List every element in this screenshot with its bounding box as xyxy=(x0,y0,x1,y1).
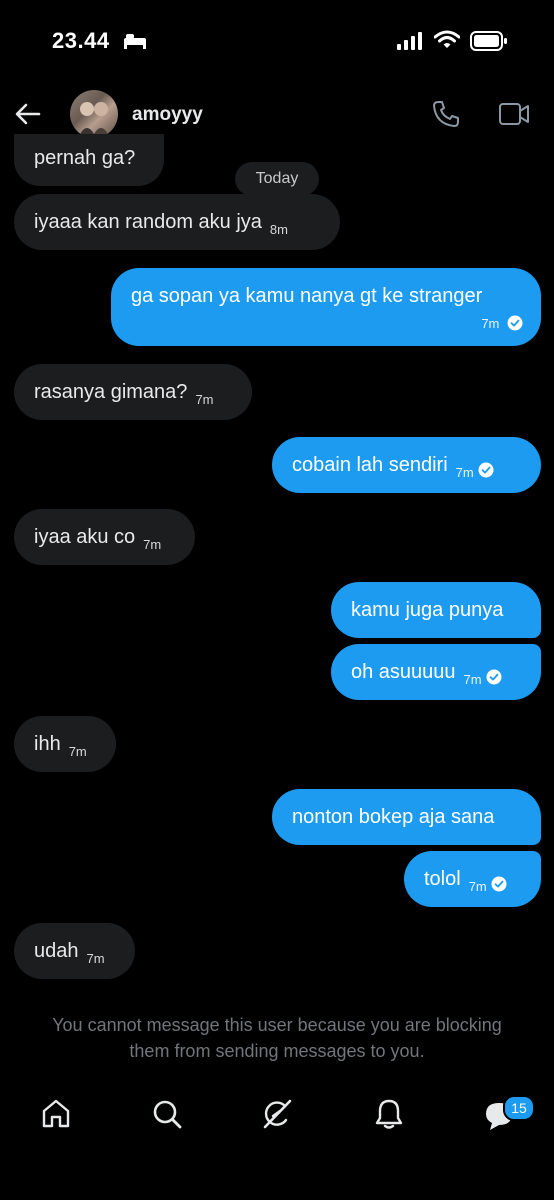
message-time: 7m xyxy=(468,879,487,894)
messages-badge: 15 xyxy=(503,1095,535,1121)
search-icon[interactable] xyxy=(151,1098,183,1130)
cellular-signal-icon xyxy=(397,32,422,50)
message-bubble[interactable]: ga sopan ya kamu nanya gt ke stranger 7m xyxy=(111,268,541,346)
message-time: 7m xyxy=(195,392,214,407)
message-time: 7m xyxy=(463,672,482,687)
status-time: 23.44 xyxy=(52,28,110,53)
message-bubble[interactable]: ihh 7m xyxy=(14,716,116,772)
message-time: 7m xyxy=(481,316,500,331)
wifi-icon xyxy=(434,30,460,48)
message-bubble[interactable]: iyaaa kan random aku jya 8m xyxy=(14,194,340,250)
avatar-photo-icon xyxy=(78,102,110,138)
message-text: ihh xyxy=(34,733,61,755)
message-time: 7m xyxy=(143,537,162,552)
message-text: cobain lah sendiri xyxy=(292,454,448,476)
message-bubble[interactable]: kamu juga punya xyxy=(331,582,541,638)
message-time: 7m xyxy=(86,951,105,966)
message-text: nonton bokep aja sana xyxy=(292,806,495,828)
message-bubble[interactable]: rasanya gimana? 7m xyxy=(14,364,252,420)
back-arrow-icon[interactable] xyxy=(14,100,42,128)
message-bubble[interactable]: pernah ga? xyxy=(14,134,164,186)
message-bubble[interactable]: iyaa aku co 7m xyxy=(14,509,195,565)
phone-call-icon[interactable] xyxy=(430,98,462,130)
read-receipt-check-icon xyxy=(478,462,494,478)
home-icon[interactable] xyxy=(40,1098,72,1130)
read-receipt-check-icon xyxy=(486,669,502,685)
conversation-username[interactable]: amoyyy xyxy=(132,104,203,126)
avatar[interactable] xyxy=(70,90,118,138)
message-bubble[interactable]: cobain lah sendiri 7m xyxy=(272,437,541,493)
message-time: 7m xyxy=(455,465,474,480)
message-bubble[interactable]: tolol 7m xyxy=(404,851,541,907)
message-time: 7m xyxy=(68,744,87,759)
message-text: ga sopan ya kamu nanya gt ke stranger xyxy=(131,285,483,307)
message-text: tolol xyxy=(424,868,461,890)
message-text: rasanya gimana? xyxy=(34,381,188,403)
message-text: kamu juga punya xyxy=(351,599,504,621)
read-receipt-check-icon xyxy=(491,876,507,892)
message-text: udah xyxy=(34,940,79,962)
read-receipt-check-icon xyxy=(507,315,523,331)
blocked-notice: You cannot message this user because you… xyxy=(52,1015,502,1061)
message-bubble[interactable]: oh asuuuuu 7m xyxy=(331,644,541,700)
message-text: iyaa aku co xyxy=(34,526,136,548)
message-bubble[interactable]: nonton bokep aja sana xyxy=(272,789,541,845)
message-bubble[interactable]: udah 7m xyxy=(14,923,135,979)
message-time: 8m xyxy=(269,222,288,237)
grok-icon[interactable] xyxy=(261,1098,293,1130)
message-text: pernah ga? xyxy=(34,147,136,169)
message-text: oh asuuuuu xyxy=(351,661,456,683)
sleep-focus-icon xyxy=(124,34,146,49)
notifications-icon[interactable] xyxy=(373,1098,405,1130)
message-text: iyaaa kan random aku jya xyxy=(34,211,262,233)
date-divider: Today xyxy=(235,162,319,196)
battery-icon xyxy=(470,31,507,51)
video-call-icon[interactable] xyxy=(498,100,530,128)
